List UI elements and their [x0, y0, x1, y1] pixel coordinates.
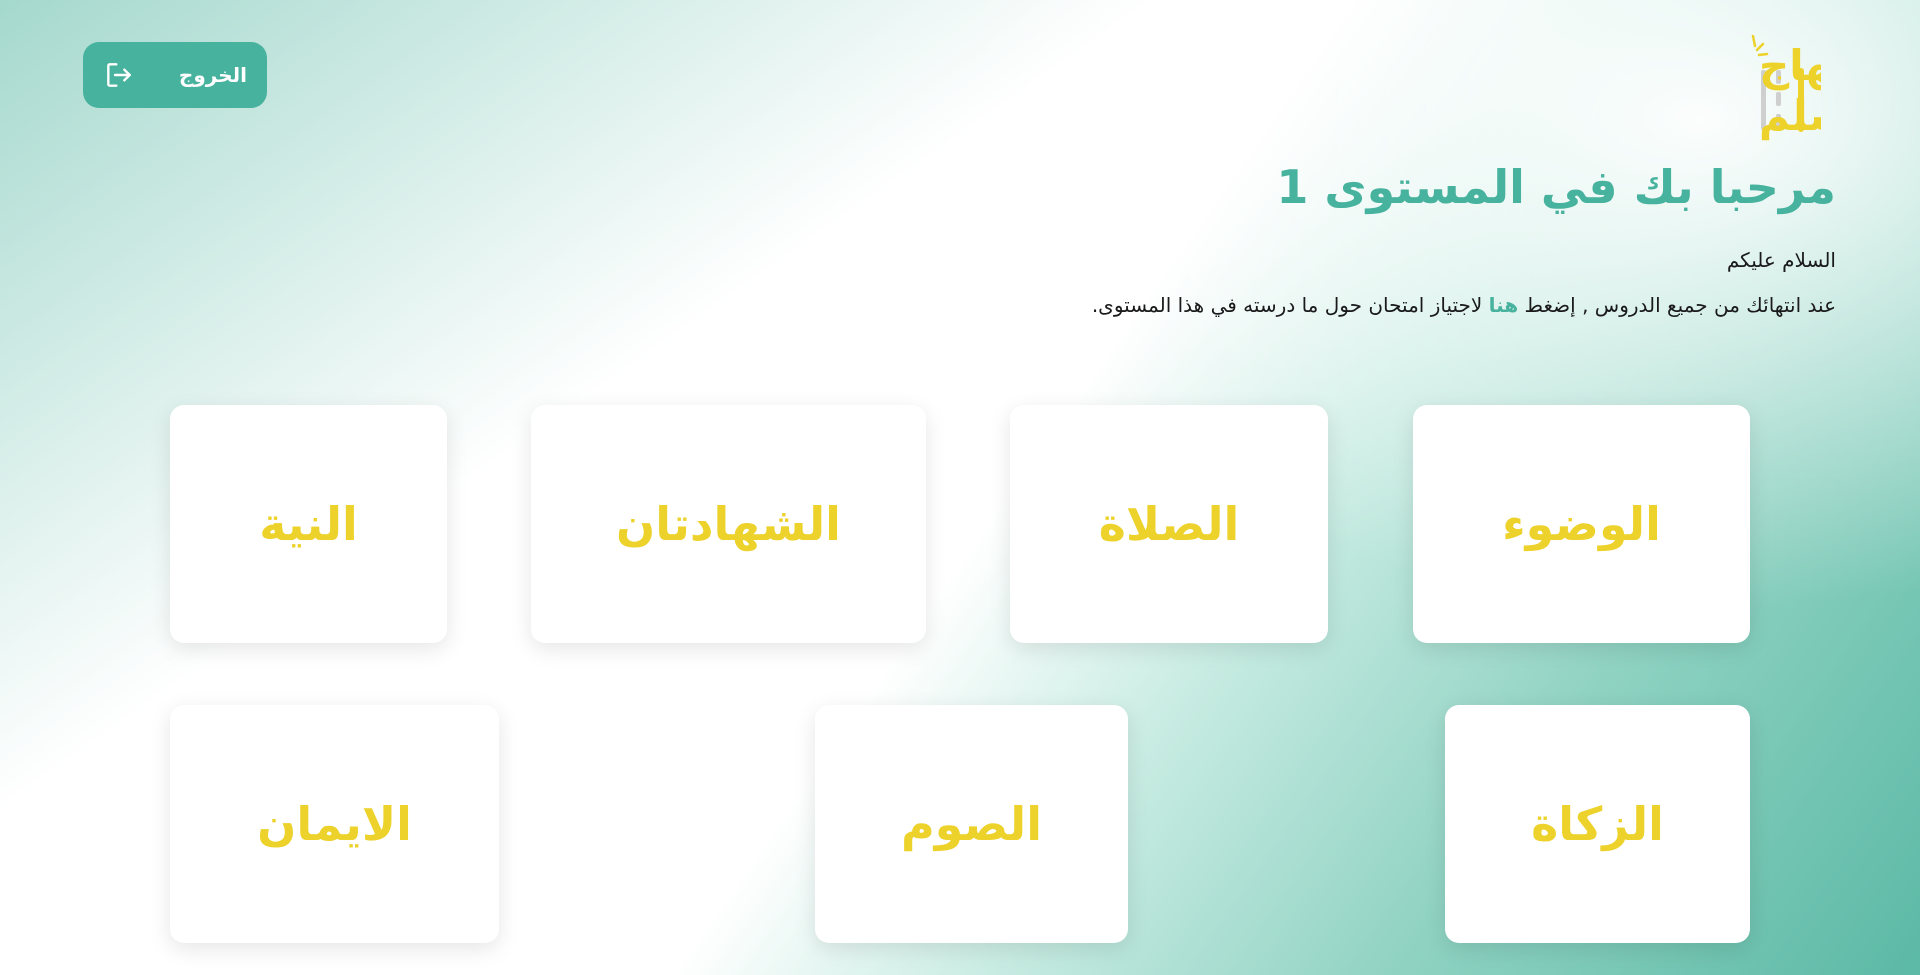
lesson-card-salah[interactable]: الصلاة: [1010, 405, 1328, 643]
lesson-card-shahadatan[interactable]: الشهادتان: [531, 405, 926, 643]
lesson-label: النية: [259, 497, 358, 551]
greeting-text: السلام عليكم: [1726, 248, 1836, 272]
lesson-label: الزكاة: [1531, 797, 1664, 851]
lesson-card-iman[interactable]: الايمان: [170, 705, 499, 943]
lesson-label: الشهادتان: [616, 497, 841, 551]
instructions-before: عند انتهائك من جميع الدروس , إضغط: [1518, 293, 1836, 317]
logo-text-bottom: المسلم: [1759, 91, 1821, 140]
lesson-label: الوضوء: [1502, 497, 1661, 551]
instructions-after: لاجتياز امتحان حول ما درسته في هذا المست…: [1091, 293, 1489, 317]
logout-icon: [103, 59, 135, 91]
lesson-card-zakah[interactable]: الزكاة: [1445, 705, 1750, 943]
brand-logo: منهاج المسلم: [1611, 30, 1910, 150]
logo-text-top: منهاج: [1759, 41, 1821, 91]
lesson-label: الايمان: [257, 797, 412, 851]
instructions-text: عند انتهائك من جميع الدروس , إضغط هنا لا…: [1092, 293, 1836, 317]
lesson-label: الصلاة: [1098, 497, 1240, 551]
exam-link[interactable]: هنا: [1489, 293, 1519, 317]
lesson-card-sawm[interactable]: الصوم: [815, 705, 1128, 943]
logout-label: الخروج: [178, 63, 247, 87]
lesson-card-wudu[interactable]: الوضوء: [1413, 405, 1750, 643]
lesson-label: الصوم: [901, 797, 1042, 851]
logout-button[interactable]: الخروج: [83, 42, 267, 108]
page-title: مرحبا بك في المستوى 1: [1276, 160, 1836, 214]
lesson-card-niyyah[interactable]: النية: [170, 405, 447, 643]
